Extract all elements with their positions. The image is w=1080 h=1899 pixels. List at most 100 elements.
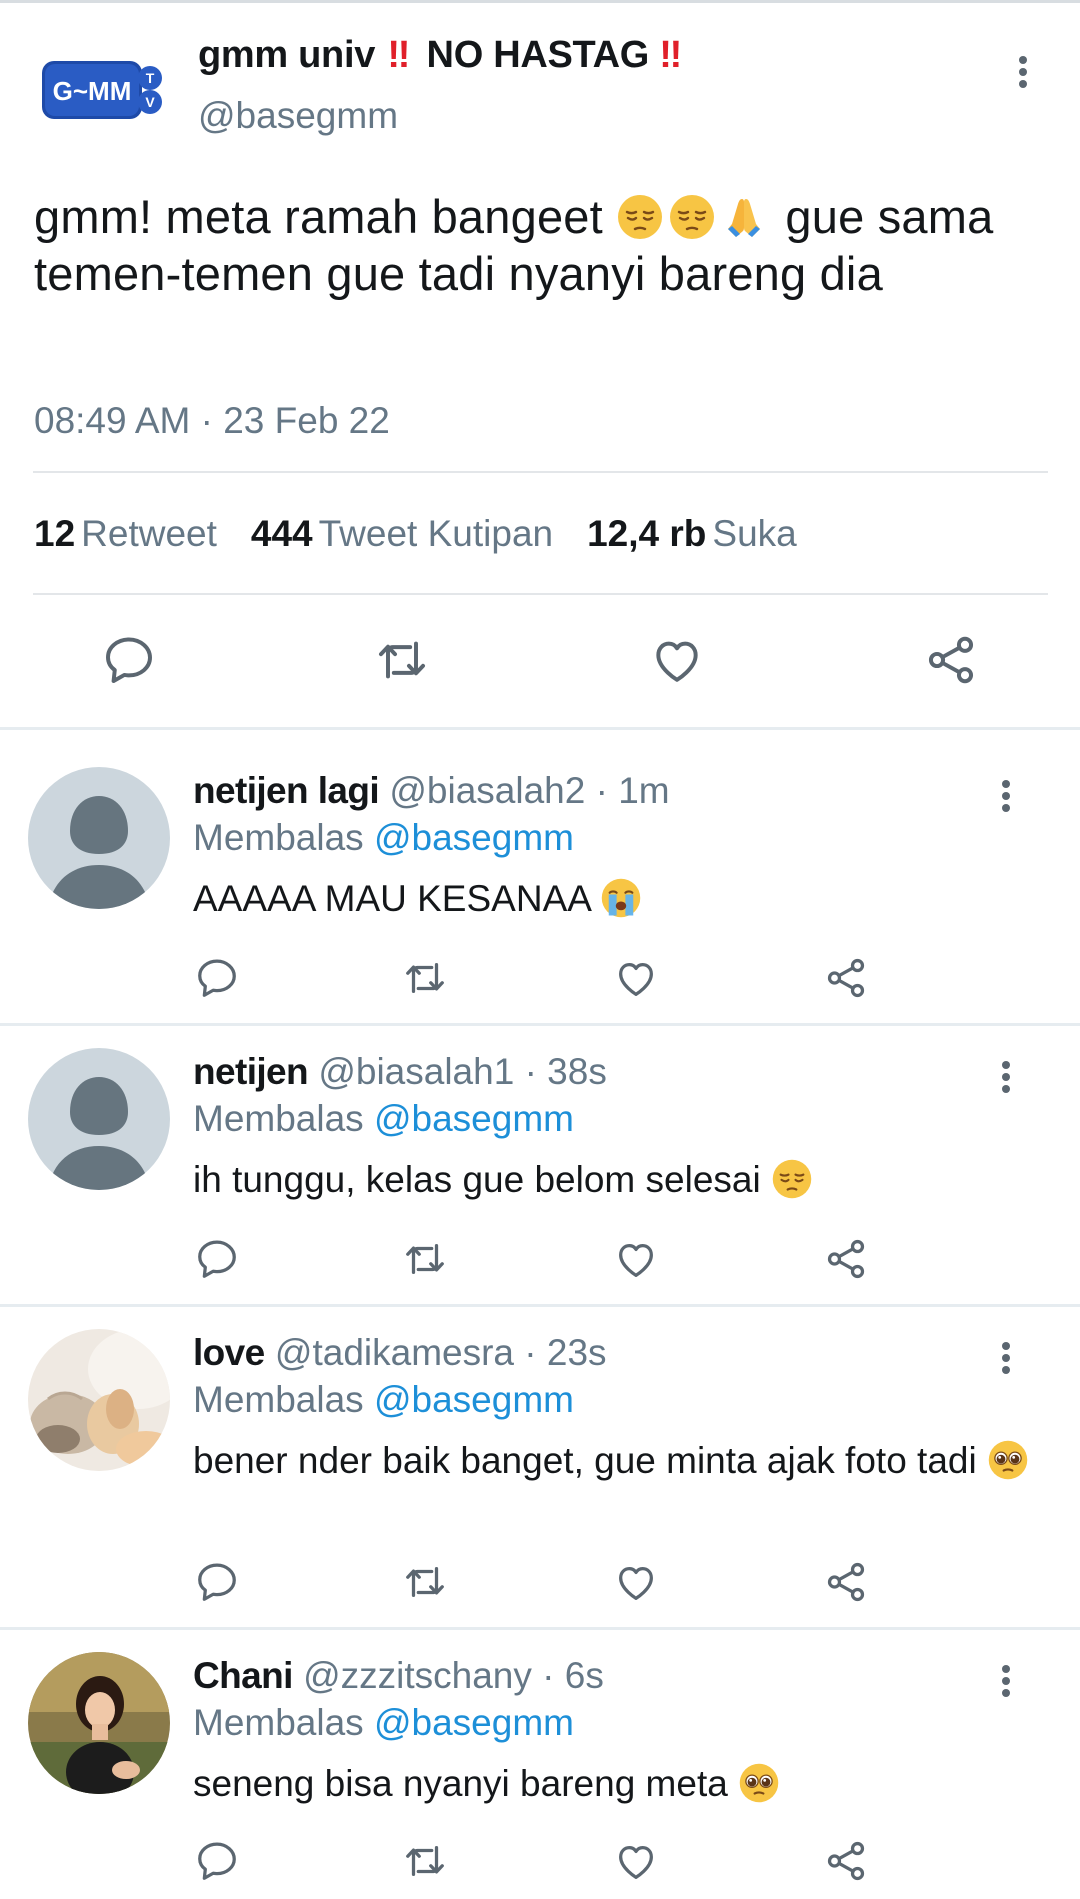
- like-stat[interactable]: 12,4 rb Suka: [587, 513, 831, 554]
- reply-handle[interactable]: @biasalah2: [389, 770, 585, 811]
- more-options-icon[interactable]: [991, 1659, 1021, 1703]
- retweet-icon[interactable]: [374, 632, 430, 688]
- retweet-icon[interactable]: [402, 955, 448, 1001]
- reply-item[interactable]: love @tadikamesra · 23s Membalas @basegm…: [0, 1307, 1080, 1627]
- reply-icon[interactable]: [194, 955, 240, 1001]
- like-count: 12,4 rb: [587, 513, 707, 554]
- reply-handle[interactable]: @zzzitschany: [303, 1655, 532, 1696]
- reply-text-content: seneng bisa nyanyi bareng meta: [193, 1763, 728, 1804]
- display-name-part2: NO HASTAG: [426, 34, 650, 76]
- more-options-icon[interactable]: [991, 1055, 1021, 1099]
- display-name-part1: gmm univ: [198, 34, 376, 76]
- like-icon[interactable]: [613, 1559, 659, 1605]
- svg-text:T: T: [146, 70, 155, 86]
- gmm-logo-avatar[interactable]: G~MM T V: [42, 56, 166, 128]
- replying-to-label: Membalas: [193, 1098, 364, 1139]
- share-icon[interactable]: [823, 1236, 869, 1282]
- quote-count: 444: [250, 513, 313, 554]
- top-divider: [0, 0, 1080, 3]
- reply-icon[interactable]: [194, 1838, 240, 1884]
- reply-text-content: AAAAA MAU KESANAA: [193, 878, 590, 919]
- retweet-label: Retweet: [81, 513, 217, 554]
- reply-text-content: ih tunggu, kelas gue belom selesai: [193, 1159, 761, 1200]
- more-options-icon[interactable]: [1008, 50, 1038, 94]
- reply-name[interactable]: Chani: [193, 1655, 293, 1696]
- replying-to: Membalas @basegmm: [193, 1379, 574, 1421]
- avatar[interactable]: [28, 1329, 170, 1471]
- reply-icon[interactable]: [194, 1236, 240, 1282]
- share-icon[interactable]: [923, 632, 979, 688]
- replying-to: Membalas @basegmm: [193, 817, 574, 859]
- avatar[interactable]: [28, 1652, 170, 1794]
- tweet-handle[interactable]: @basegmm: [198, 95, 398, 137]
- cat-photo-avatar: [28, 1329, 170, 1471]
- reply-text: seneng bisa nyanyi bareng meta: [193, 1761, 1023, 1806]
- like-icon[interactable]: [613, 1838, 659, 1884]
- tweet-text: gmm! meta ramah bangeet gue sama temen-t…: [34, 188, 1044, 302]
- main-tweet: G~MM T V gmm univ ‼ NO HASTAG ‼ @basegmm…: [0, 0, 1080, 727]
- like-icon[interactable]: [613, 955, 659, 1001]
- like-label: Suka: [712, 513, 797, 554]
- reply-text: AAAAA MAU KESANAA: [193, 876, 1023, 921]
- retweet-stat[interactable]: 12 Retweet: [34, 513, 251, 554]
- more-options-icon[interactable]: [991, 774, 1021, 818]
- pensive-face-icon: [668, 193, 716, 241]
- replying-to-mention[interactable]: @basegmm: [374, 1098, 574, 1139]
- pleading-face-icon: [738, 1762, 780, 1804]
- more-options-icon[interactable]: [991, 1336, 1021, 1380]
- pensive-face-icon: [771, 1158, 813, 1200]
- double-exclamation-icon: ‼: [387, 34, 410, 76]
- svg-text:V: V: [145, 94, 155, 110]
- reply-item[interactable]: Chani @zzzitschany · 6s Membalas @basegm…: [0, 1630, 1080, 1899]
- reply-time: · 38s: [524, 1051, 607, 1092]
- loudly-crying-face-icon: [600, 877, 642, 919]
- replying-to: Membalas @basegmm: [193, 1098, 574, 1140]
- pensive-face-icon: [616, 193, 664, 241]
- quote-label: Tweet Kutipan: [318, 513, 554, 554]
- avatar[interactable]: [28, 1048, 170, 1190]
- retweet-icon[interactable]: [402, 1236, 448, 1282]
- reply-name[interactable]: love: [193, 1332, 265, 1373]
- reply-text-content: bener nder baik banget, gue minta ajak f…: [193, 1440, 977, 1481]
- logo-text: G~MM: [53, 76, 132, 106]
- reply-item[interactable]: netijen @biasalah1 · 38s Membalas @baseg…: [0, 1026, 1080, 1304]
- replying-to-label: Membalas: [193, 1379, 364, 1420]
- share-icon[interactable]: [823, 1559, 869, 1605]
- double-exclamation-icon: ‼: [659, 34, 682, 76]
- person-photo-avatar: [28, 1652, 170, 1794]
- reply-handle[interactable]: @tadikamesra: [275, 1332, 514, 1373]
- reply-text: bener nder baik banget, gue minta ajak f…: [193, 1438, 1043, 1483]
- share-icon[interactable]: [823, 1838, 869, 1884]
- reply-name[interactable]: netijen lagi: [193, 770, 380, 811]
- replying-to: Membalas @basegmm: [193, 1702, 574, 1744]
- replying-to-label: Membalas: [193, 817, 364, 858]
- reply-header: netijen lagi @biasalah2 · 1m: [193, 770, 670, 812]
- replying-to-mention[interactable]: @basegmm: [374, 1702, 574, 1743]
- retweet-icon[interactable]: [402, 1838, 448, 1884]
- reply-header: Chani @zzzitschany · 6s: [193, 1655, 604, 1697]
- reply-icon[interactable]: [101, 632, 157, 688]
- reply-time: · 23s: [524, 1332, 607, 1373]
- tweet-timestamp[interactable]: 08:49 AM · 23 Feb 22: [34, 400, 390, 442]
- reply-name[interactable]: netijen: [193, 1051, 309, 1092]
- replying-to-label: Membalas: [193, 1702, 364, 1743]
- share-icon[interactable]: [823, 955, 869, 1001]
- reply-text: ih tunggu, kelas gue belom selesai: [193, 1157, 1023, 1202]
- reply-time: · 1m: [595, 770, 670, 811]
- retweet-count: 12: [34, 513, 76, 554]
- tweet-display-name[interactable]: gmm univ ‼ NO HASTAG ‼: [198, 34, 682, 77]
- replying-to-mention[interactable]: @basegmm: [374, 1379, 574, 1420]
- reply-handle[interactable]: @biasalah1: [318, 1051, 514, 1092]
- reply-icon[interactable]: [194, 1559, 240, 1605]
- like-icon[interactable]: [613, 1236, 659, 1282]
- pleading-face-icon: [987, 1439, 1029, 1481]
- like-icon[interactable]: [649, 632, 705, 688]
- quote-stat[interactable]: 444 Tweet Kutipan: [251, 513, 587, 554]
- tweet-text-part1: gmm! meta ramah bangeet: [34, 190, 603, 243]
- divider: [33, 593, 1048, 595]
- avatar[interactable]: [28, 767, 170, 909]
- reply-item[interactable]: netijen lagi @biasalah2 · 1m Membalas @b…: [0, 730, 1080, 1023]
- replying-to-mention[interactable]: @basegmm: [374, 817, 574, 858]
- retweet-icon[interactable]: [402, 1559, 448, 1605]
- tweet-stats: 12 Retweet 444 Tweet Kutipan 12,4 rb Suka: [34, 513, 831, 555]
